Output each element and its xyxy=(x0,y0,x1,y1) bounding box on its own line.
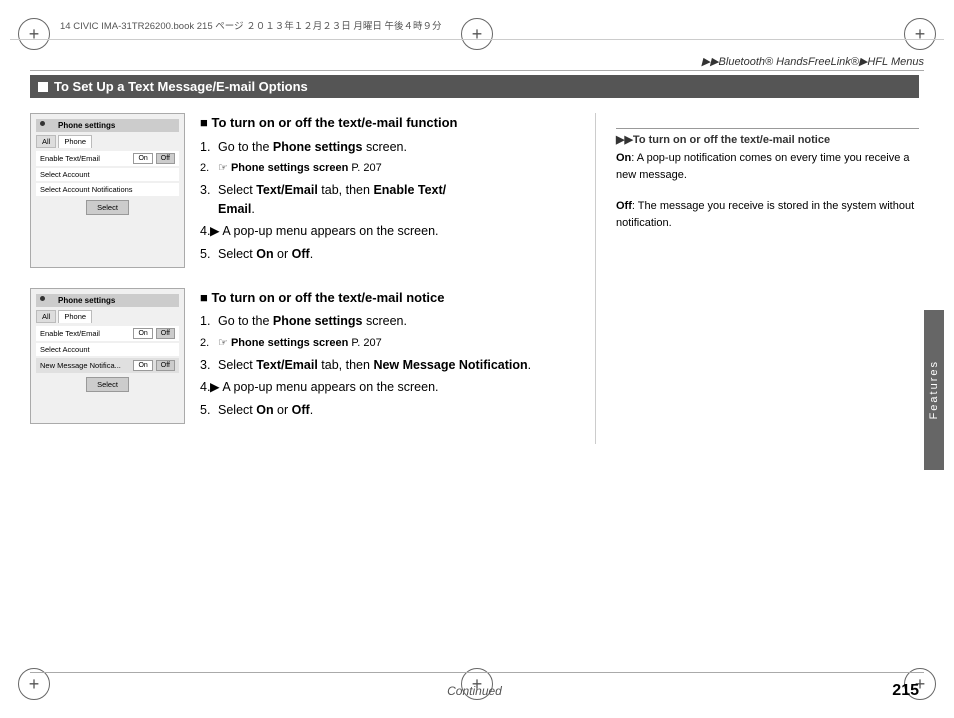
ps1-title-text: Phone settings xyxy=(58,121,115,130)
instr1-step1b: ☞ Phone settings screen P. 207 xyxy=(200,160,585,177)
ps1-row-3-label: Select Account Notifications xyxy=(40,185,133,194)
instr2-bold1: Phone settings xyxy=(273,314,363,328)
note-off-desc: : The message you receive is stored in t… xyxy=(616,200,914,229)
instr1-bold1: Phone settings xyxy=(273,140,363,154)
ps2-row-3-btn: On Off xyxy=(133,360,175,371)
ps1-tab-all[interactable]: All xyxy=(36,135,56,148)
left-panel: Phone settings All Phone Enable Text/Ema… xyxy=(30,113,585,444)
breadcrumb-text: ▶▶Bluetooth® HandsFreeLink®▶HFL Menus xyxy=(702,56,924,68)
instr2-bold2a: Text/Email xyxy=(256,358,318,372)
ps2-dot xyxy=(40,296,45,301)
continued-text: Continued xyxy=(447,684,502,698)
note-off-text: Off: The message you receive is stored i… xyxy=(616,198,919,231)
instr1-ref-bold: Phone settings screen xyxy=(231,162,348,174)
instr1-steps: Go to the Phone settings screen. ☞ Phone… xyxy=(200,138,585,264)
instr1-title: ■ To turn on or off the text/e-mail func… xyxy=(200,113,585,133)
instr1-step2b: ▶ A pop-up menu appears on the screen. xyxy=(200,222,585,241)
note-box: ▶▶To turn on or off the text/e-mail noti… xyxy=(616,128,919,231)
content-area: Phone settings All Phone Enable Text/Ema… xyxy=(30,113,919,444)
ps2-tab-all[interactable]: All xyxy=(36,310,56,323)
instr2-step1: Go to the Phone settings screen. xyxy=(200,312,585,331)
section-title: To Set Up a Text Message/E-mail Options xyxy=(54,79,308,94)
note-title: ▶▶To turn on or off the text/e-mail noti… xyxy=(616,128,919,146)
ps1-select-btn[interactable]: Select xyxy=(86,200,129,215)
instr2-bold3a: On xyxy=(256,403,273,417)
ps2-row-2: Select Account xyxy=(36,343,179,356)
sidebar-label: Features xyxy=(928,360,940,419)
ps1-dot xyxy=(40,121,45,126)
page-number: 215 xyxy=(892,682,919,700)
phone-screen-2: Phone settings All Phone Enable Text/Ema… xyxy=(30,288,185,424)
instr1-bold3b: Off xyxy=(292,247,310,261)
ps2-tab-phone[interactable]: Phone xyxy=(58,310,92,323)
ps2-select-btn[interactable]: Select xyxy=(86,377,129,392)
instr1-bold2a: Text/Email xyxy=(256,183,318,197)
instr2-steps: Go to the Phone settings screen. ☞ Phone… xyxy=(200,312,585,420)
instr1-arrow: ▶ A pop-up menu appears on the screen. xyxy=(200,224,439,238)
instr2-step1b: ☞ Phone settings screen P. 207 xyxy=(200,335,585,352)
top-bar: 14 CIVIC IMA-31TR26200.book 215 ページ ２０１３… xyxy=(10,10,944,40)
ps2-on-btn[interactable]: On xyxy=(133,328,152,339)
ps2-tabs: All Phone xyxy=(36,310,179,323)
instr1-step2: Select Text/Email tab, then Enable Text/… xyxy=(200,181,585,219)
instr2-bold3b: Off xyxy=(292,403,310,417)
ref-icon-2: ☞ xyxy=(218,337,228,349)
ps1-title: Phone settings xyxy=(36,119,179,132)
instr2-ref-bold: Phone settings screen xyxy=(231,337,348,349)
bottom-rule xyxy=(30,672,924,673)
ps2-row-2-label: Select Account xyxy=(40,345,90,354)
ps2-row-1: Enable Text/Email On Off xyxy=(36,326,179,341)
ps1-row-1: Enable Text/Email On Off xyxy=(36,151,179,166)
ps1-select-area: Select xyxy=(36,200,179,215)
instr2-step2b: ▶ A pop-up menu appears on the screen. xyxy=(200,378,585,397)
ps1-tab-phone[interactable]: Phone xyxy=(58,135,92,148)
note-on-text: On: A pop-up notification comes on every… xyxy=(616,150,919,183)
instructions-1: ■ To turn on or off the text/e-mail func… xyxy=(200,113,585,268)
ps2-row-1-label: Enable Text/Email xyxy=(40,329,100,338)
top-rule xyxy=(30,70,924,71)
ps1-tabs: All Phone xyxy=(36,135,179,148)
ps1-off-btn[interactable]: Off xyxy=(156,153,175,164)
ps1-on-btn[interactable]: On xyxy=(133,153,152,164)
ps1-row-1-label: Enable Text/Email xyxy=(40,154,100,163)
ps1-row-2: Select Account xyxy=(36,168,179,181)
instr2-step2: Select Text/Email tab, then New Message … xyxy=(200,356,585,375)
section-icon xyxy=(38,82,48,92)
breadcrumb: ▶▶Bluetooth® HandsFreeLink®▶HFL Menus xyxy=(702,55,924,68)
sidebar-tab: Features xyxy=(924,310,944,470)
main-content: To Set Up a Text Message/E-mail Options … xyxy=(30,75,919,668)
ps2-on-btn2[interactable]: On xyxy=(133,360,152,371)
ref-icon-1: ☞ xyxy=(218,162,228,174)
instructions-2: ■ To turn on or off the text/e-mail noti… xyxy=(200,288,585,424)
ps2-row-3: New Message Notifica... On Off xyxy=(36,358,179,373)
right-panel: ▶▶To turn on or off the text/e-mail noti… xyxy=(595,113,919,444)
note-on-label: On xyxy=(616,152,631,164)
note-on-desc: : A pop-up notification comes on every t… xyxy=(616,152,910,181)
ps1-row-1-btn: On Off xyxy=(133,153,175,164)
ps1-row-2-label: Select Account xyxy=(40,170,90,179)
ps2-title: Phone settings xyxy=(36,294,179,307)
sub-section-1: Phone settings All Phone Enable Text/Ema… xyxy=(30,113,585,268)
ps2-off-btn2[interactable]: Off xyxy=(156,360,175,371)
instr2-arrow: ▶ A pop-up menu appears on the screen. xyxy=(200,380,439,394)
instr2-step3: Select On or Off. xyxy=(200,401,585,420)
ps1-row-3: Select Account Notifications xyxy=(36,183,179,196)
footer: Continued 215 xyxy=(30,684,919,698)
section-header: To Set Up a Text Message/E-mail Options xyxy=(30,75,919,98)
instr1-bold2b: Enable Text/Email xyxy=(218,183,446,216)
ps2-title-text: Phone settings xyxy=(58,296,115,305)
phone-screen-1: Phone settings All Phone Enable Text/Ema… xyxy=(30,113,185,268)
note-off-label: Off xyxy=(616,200,632,212)
top-bar-text: 14 CIVIC IMA-31TR26200.book 215 ページ ２０１３… xyxy=(60,18,441,32)
instr2-bold2b: New Message Notification xyxy=(373,358,527,372)
instr2-title: ■ To turn on or off the text/e-mail noti… xyxy=(200,288,585,308)
sub-section-2: Phone settings All Phone Enable Text/Ema… xyxy=(30,288,585,424)
instr1-bold3a: On xyxy=(256,247,273,261)
ps2-select-area: Select xyxy=(36,377,179,392)
ps2-off-btn[interactable]: Off xyxy=(156,328,175,339)
ps2-row-1-btn: On Off xyxy=(133,328,175,339)
ps2-row-3-label: New Message Notifica... xyxy=(40,361,121,370)
instr1-step1: Go to the Phone settings screen. xyxy=(200,138,585,157)
instr1-step3: Select On or Off. xyxy=(200,245,585,264)
